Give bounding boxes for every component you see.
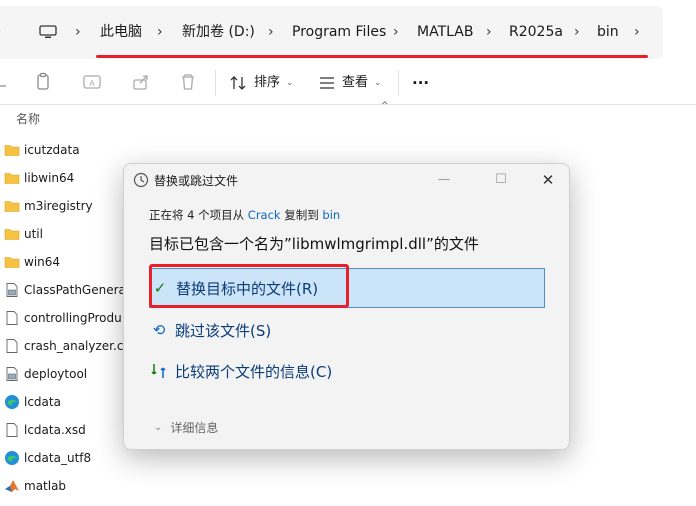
skip-option-label: 跳过该文件(S) bbox=[175, 321, 272, 340]
list-item-label: icutzdata bbox=[24, 143, 80, 157]
breadcrumb-bin[interactable]: bin bbox=[597, 22, 619, 42]
details-toggle[interactable]: ⌄ 详细信息 bbox=[154, 419, 218, 436]
breadcrumb-separator-icon: › bbox=[393, 24, 399, 40]
breadcrumb-separator-icon: › bbox=[574, 24, 580, 40]
app-icon bbox=[4, 282, 20, 298]
toolbar-divider bbox=[215, 70, 216, 96]
chevron-down-icon: ⌄ bbox=[154, 422, 163, 433]
copy-status-text: 正在将 4 个项目从 Crack 复制到 bin bbox=[149, 207, 340, 223]
folder-icon bbox=[4, 142, 20, 158]
list-item[interactable]: deploytool bbox=[4, 363, 87, 385]
list-item[interactable]: win64 bbox=[4, 251, 60, 273]
back-arrow-icon[interactable]: › bbox=[0, 24, 1, 39]
breadcrumb-r2025a[interactable]: R2025a bbox=[509, 22, 563, 42]
list-item-label: controllingProdu bbox=[24, 311, 122, 325]
chevron-down-icon: ⌄ bbox=[286, 78, 294, 88]
maximize-icon[interactable]: ☐ bbox=[489, 169, 513, 191]
minimize-icon[interactable]: — bbox=[432, 169, 456, 191]
sort-button[interactable]: 排序 ⌄ bbox=[230, 72, 294, 94]
app-icon bbox=[4, 366, 20, 382]
breadcrumb-separator-icon: › bbox=[157, 24, 163, 40]
computer-icon bbox=[39, 25, 57, 38]
list-item-label: libwin64 bbox=[24, 171, 75, 185]
compare-option-button[interactable]: 比较两个文件的信息(C) bbox=[149, 351, 545, 391]
list-item-label: lcdata_utf8 bbox=[24, 451, 92, 465]
breadcrumb-drive-d[interactable]: 新加卷 (D:) bbox=[182, 22, 255, 42]
list-item[interactable]: icutzdata bbox=[4, 139, 80, 161]
list-item[interactable]: matlab bbox=[4, 475, 66, 497]
rename-icon[interactable]: A bbox=[82, 72, 102, 92]
dialog-title: 替换或跳过文件 bbox=[154, 174, 239, 188]
edge-icon bbox=[4, 394, 20, 410]
file-icon bbox=[4, 422, 20, 438]
folder-icon bbox=[4, 254, 20, 270]
copy-progress-icon bbox=[133, 172, 149, 188]
close-icon[interactable]: ✕ bbox=[536, 169, 560, 191]
list-item[interactable]: lcdata_utf8 bbox=[4, 447, 91, 469]
toolbar-divider bbox=[398, 70, 399, 96]
list-item[interactable]: lcdata.xsd bbox=[4, 419, 86, 441]
list-item-label: lcdata.xsd bbox=[24, 423, 86, 437]
chevron-down-icon: ⌄ bbox=[374, 78, 382, 88]
folder-icon bbox=[4, 170, 20, 186]
list-item[interactable]: libwin64 bbox=[4, 167, 74, 189]
annotation-underline bbox=[96, 55, 648, 58]
list-item[interactable]: lcdata bbox=[4, 391, 61, 413]
skip-option-button[interactable]: ⟲ 跳过该文件(S) bbox=[149, 310, 545, 350]
annotation-highlight-box bbox=[149, 264, 349, 308]
cut-icon[interactable] bbox=[0, 72, 12, 92]
copy-status-middle: 复制到 bbox=[280, 208, 323, 222]
list-item-label: m3iregistry bbox=[24, 199, 93, 213]
list-item[interactable]: controllingProdu bbox=[4, 307, 122, 329]
list-item[interactable]: m3iregistry bbox=[4, 195, 93, 217]
list-item-label: ClassPathGenerat bbox=[24, 283, 131, 297]
breadcrumb-separator-icon: › bbox=[268, 24, 274, 40]
file-icon bbox=[4, 338, 20, 354]
sort-label: 排序 bbox=[254, 75, 281, 90]
list-item-label: crash_analyzer.cf bbox=[24, 339, 128, 353]
source-folder-link[interactable]: Crack bbox=[248, 208, 281, 222]
list-item-label: matlab bbox=[24, 479, 67, 493]
view-button[interactable]: 查看 ⌄ bbox=[318, 72, 382, 94]
sort-caret-icon: ^ bbox=[381, 101, 389, 111]
skip-arrow-icon: ⟲ bbox=[152, 321, 166, 339]
delete-icon[interactable] bbox=[178, 72, 198, 92]
breadcrumb-program-files[interactable]: Program Files bbox=[292, 22, 386, 42]
sort-icon bbox=[230, 76, 246, 90]
column-header-name[interactable]: 名称 bbox=[16, 110, 40, 127]
dialog-heading: 目标已包含一个名为”libmwlmgrimpl.dll”的文件 bbox=[149, 235, 479, 253]
breadcrumb-separator-icon: › bbox=[486, 24, 492, 40]
edge-icon bbox=[4, 450, 20, 466]
view-label: 查看 bbox=[342, 75, 369, 90]
svg-text:A: A bbox=[89, 79, 95, 88]
folder-icon bbox=[4, 198, 20, 214]
breadcrumb-matlab[interactable]: MATLAB bbox=[417, 22, 473, 42]
list-item-label: util bbox=[24, 227, 43, 241]
file-icon bbox=[4, 310, 20, 326]
command-toolbar: A 排序 ⌄ 查看 ⌄ ··· bbox=[0, 60, 696, 105]
list-item-label: deploytool bbox=[24, 367, 88, 381]
list-item-label: lcdata bbox=[24, 395, 61, 409]
destination-folder-link[interactable]: bin bbox=[322, 208, 340, 222]
list-item[interactable]: ClassPathGenerat bbox=[4, 279, 131, 301]
list-item[interactable]: crash_analyzer.cf bbox=[4, 335, 128, 357]
copy-icon[interactable] bbox=[33, 72, 53, 92]
view-icon bbox=[320, 77, 334, 89]
share-icon[interactable] bbox=[131, 72, 151, 92]
list-item[interactable]: util bbox=[4, 223, 43, 245]
copy-status-prefix: 正在将 4 个项目从 bbox=[149, 208, 248, 222]
compare-option-label: 比较两个文件的信息(C) bbox=[175, 362, 333, 381]
breadcrumb-this-pc[interactable]: 此电脑 bbox=[100, 22, 142, 42]
compare-icon bbox=[151, 364, 166, 378]
matlab-icon bbox=[4, 478, 20, 494]
more-options-button[interactable]: ··· bbox=[412, 72, 429, 94]
details-label: 详细信息 bbox=[170, 421, 219, 435]
breadcrumb-separator-icon[interactable]: › bbox=[634, 22, 640, 42]
folder-icon bbox=[4, 226, 20, 242]
address-bar[interactable]: › › 此电脑 › 新加卷 (D:) › Program Files › MAT… bbox=[0, 6, 663, 59]
breadcrumb-separator-icon: › bbox=[75, 24, 81, 40]
list-item-label: win64 bbox=[24, 255, 61, 269]
